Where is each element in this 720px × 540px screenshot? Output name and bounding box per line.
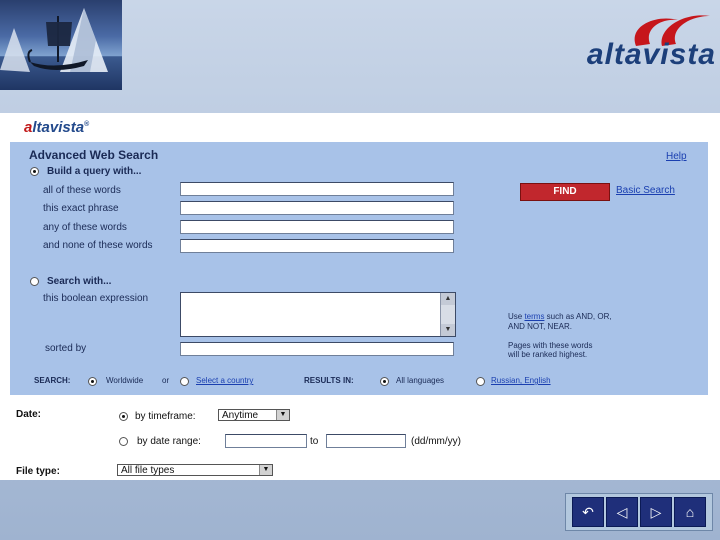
all-words-label: all of these words [43, 185, 121, 196]
build-query-label: Build a query with... [47, 166, 142, 177]
select-country-radio[interactable] [180, 377, 189, 386]
search-scope-label: SEARCH: [34, 376, 71, 385]
filetype-label: File type: [16, 466, 60, 477]
russian-english-link[interactable]: Russian, English [491, 376, 551, 385]
date-range-radio[interactable] [119, 437, 128, 446]
boolean-label: this boolean expression [43, 293, 149, 304]
boolean-hint: Use terms such as AND, OR, [508, 312, 612, 321]
slide-navigation: ↶ ◁ ▷ ⌂ [565, 493, 713, 531]
any-words-input[interactable] [180, 220, 454, 234]
date-to-label: to [310, 436, 319, 447]
sorted-by-input[interactable] [180, 342, 454, 356]
worldwide-label: Worldwide [106, 376, 144, 385]
exact-phrase-label: this exact phrase [43, 203, 119, 214]
search-with-radio[interactable] [30, 277, 39, 286]
home-icon[interactable]: ⌂ [674, 497, 706, 527]
none-words-label: and none of these words [43, 240, 153, 251]
worldwide-radio[interactable] [88, 377, 97, 386]
brand-wordmark: altavista [586, 38, 716, 71]
none-words-input[interactable] [180, 239, 454, 253]
timeframe-value: Anytime [222, 410, 259, 421]
russian-english-radio[interactable] [476, 377, 485, 386]
boolean-textarea[interactable]: ▲ ▼ [180, 292, 456, 337]
sorted-hint-1: Pages with these words [508, 341, 593, 350]
exact-phrase-input[interactable] [180, 201, 454, 215]
boolean-hint-post: such as AND, OR, [544, 312, 612, 321]
search-with-label: Search with... [47, 276, 112, 287]
basic-search-link[interactable]: Basic Search [616, 185, 675, 196]
altavista-logo: altavista® [24, 119, 89, 136]
advanced-search-panel: Advanced Web Search Help Build a query w… [10, 142, 708, 395]
date-format-hint: (dd/mm/yy) [411, 436, 461, 447]
sorted-by-label: sorted by [45, 343, 87, 354]
altavista-brand-logo: altavista [566, 6, 716, 72]
boolean-hint-pre: Use [508, 312, 525, 321]
timeframe-select[interactable]: Anytime ▼ [218, 409, 290, 421]
filetype-value: All file types [121, 465, 175, 476]
any-words-label: any of these words [43, 222, 127, 233]
help-link[interactable]: Help [666, 151, 687, 162]
all-languages-radio[interactable] [380, 377, 389, 386]
scroll-down-icon[interactable]: ▼ [441, 324, 455, 336]
or-label: or [162, 376, 170, 385]
results-in-label: RESULTS IN: [304, 376, 354, 385]
filetype-select[interactable]: All file types ▼ [117, 464, 273, 476]
scroll-up-icon[interactable]: ▲ [441, 293, 455, 305]
page-title: Advanced Web Search [29, 148, 159, 162]
viking-ship-photo [0, 0, 122, 90]
all-words-input[interactable] [180, 182, 454, 196]
chevron-down-icon: ▼ [276, 410, 289, 420]
date-to-input[interactable] [326, 434, 406, 448]
return-icon[interactable]: ↶ [572, 497, 604, 527]
select-country-link[interactable]: Select a country [196, 376, 253, 385]
timeframe-label: by timeframe: [135, 411, 196, 422]
boolean-hint-line2: AND NOT, NEAR. [508, 322, 573, 331]
date-range-label: by date range: [137, 436, 201, 447]
all-languages-label: All languages [396, 376, 445, 385]
sorted-hint-2: will be ranked highest. [508, 350, 588, 359]
terms-link[interactable]: terms [524, 312, 544, 321]
next-icon[interactable]: ▷ [640, 497, 672, 527]
timeframe-radio[interactable] [119, 412, 128, 421]
find-button[interactable]: FIND [520, 183, 610, 201]
date-from-input[interactable] [225, 434, 307, 448]
boolean-scrollbar[interactable]: ▲ ▼ [440, 293, 455, 336]
logo-rest: ltavista [32, 119, 85, 136]
previous-icon[interactable]: ◁ [606, 497, 638, 527]
build-query-radio[interactable] [30, 167, 39, 176]
chevron-down-icon: ▼ [259, 465, 272, 475]
search-page: altavista® Advanced Web Search Help Buil… [0, 113, 720, 480]
date-label: Date: [16, 409, 42, 420]
logo-tm: ® [84, 121, 90, 128]
